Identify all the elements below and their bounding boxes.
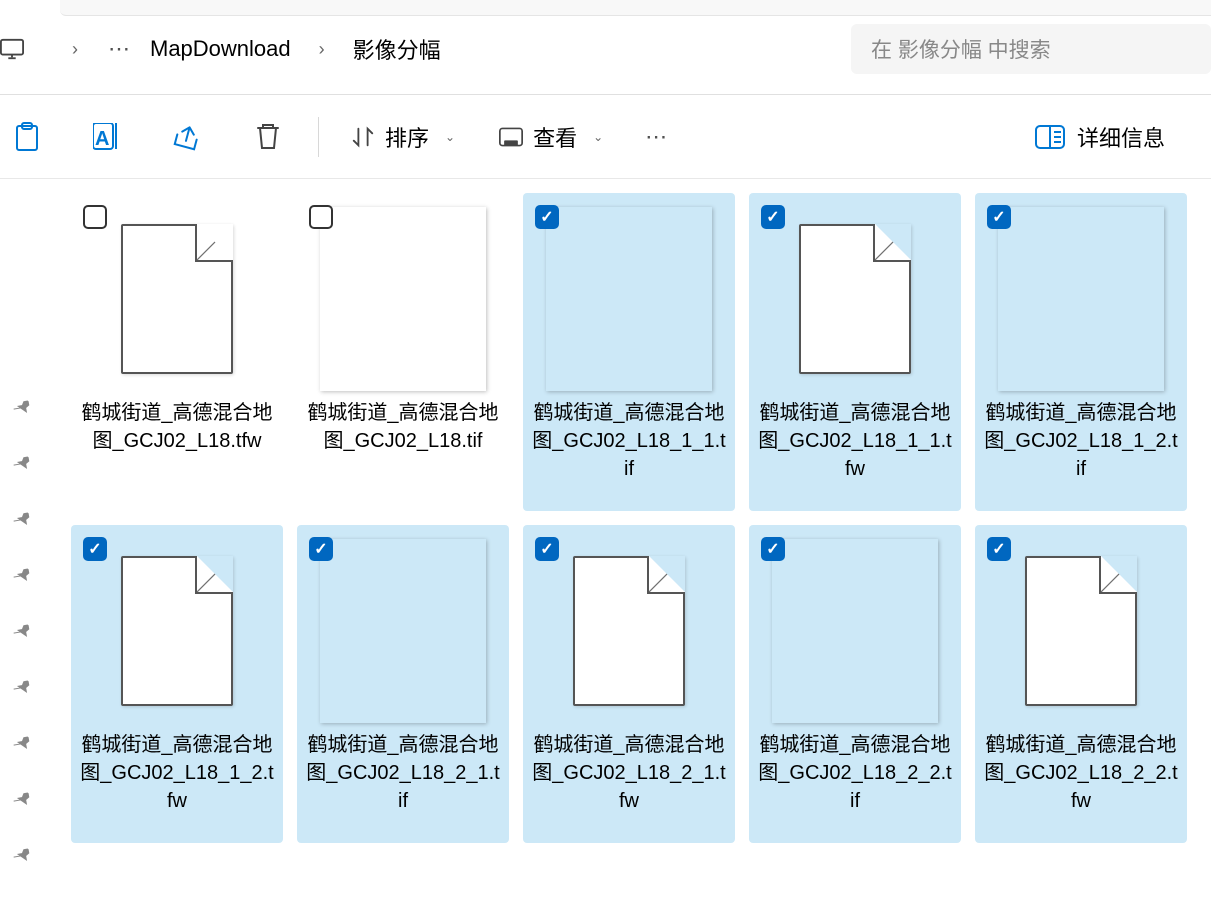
sort-label: 排序 — [385, 121, 429, 153]
satellite-image-icon — [772, 539, 938, 723]
file-name: 鹤城街道_高德混合地图_GCJ02_L18_2_1.tif — [301, 723, 505, 815]
delete-icon[interactable] — [248, 117, 288, 157]
pin-icon[interactable] — [9, 396, 34, 422]
document-icon — [799, 224, 911, 374]
details-button[interactable]: 详细信息 — [1021, 113, 1179, 161]
search-placeholder: 在 影像分幅 中搜索 — [871, 34, 1051, 64]
main-area: 鹤城街道_高德混合地图_GCJ02_L18.tfw 鹤城街道_高德混合地图_GCJ… — [0, 179, 1211, 896]
chevron-right-icon[interactable]: › — [72, 39, 78, 60]
satellite-image-icon — [320, 207, 486, 391]
file-item[interactable]: 鹤城街道_高德混合地图_GCJ02_L18.tif — [297, 193, 509, 511]
file-name: 鹤城街道_高德混合地图_GCJ02_L18_1_2.tfw — [75, 723, 279, 815]
view-button[interactable]: 查看 ⌄ — [487, 113, 615, 161]
breadcrumb-ellipsis-icon[interactable]: ⋯ — [108, 36, 132, 62]
file-name: 鹤城街道_高德混合地图_GCJ02_L18.tif — [301, 391, 505, 455]
breadcrumb: › ⋯ MapDownload › 影像分幅 — [0, 33, 851, 65]
file-item[interactable]: 鹤城街道_高德混合地图_GCJ02_L18_2_1.tif — [297, 525, 509, 843]
pin-icon[interactable] — [9, 564, 34, 590]
file-grid[interactable]: 鹤城街道_高德混合地图_GCJ02_L18.tfw 鹤城街道_高德混合地图_GCJ… — [47, 179, 1211, 896]
file-checkbox[interactable] — [83, 205, 107, 229]
file-thumbnail — [546, 539, 712, 723]
file-name: 鹤城街道_高德混合地图_GCJ02_L18_2_2.tif — [753, 723, 957, 815]
pin-icon[interactable] — [9, 676, 34, 702]
search-input[interactable]: 在 影像分幅 中搜索 — [851, 24, 1211, 74]
file-name: 鹤城街道_高德混合地图_GCJ02_L18_1_1.tif — [527, 391, 731, 483]
view-label: 查看 — [533, 121, 577, 153]
details-label: 详细信息 — [1077, 121, 1165, 153]
pin-icon[interactable] — [9, 732, 34, 758]
file-name: 鹤城街道_高德混合地图_GCJ02_L18_1_1.tfw — [753, 391, 957, 483]
file-item[interactable]: 鹤城街道_高德混合地图_GCJ02_L18_1_2.tif — [975, 193, 1187, 511]
file-item[interactable]: 鹤城街道_高德混合地图_GCJ02_L18_1_2.tfw — [71, 525, 283, 843]
chevron-down-icon: ⌄ — [593, 130, 603, 144]
pin-icon[interactable] — [9, 508, 34, 534]
quick-access-toolbar — [60, 0, 1211, 16]
file-checkbox[interactable] — [987, 537, 1011, 561]
breadcrumb-parent[interactable]: MapDownload — [150, 36, 291, 62]
file-name: 鹤城街道_高德混合地图_GCJ02_L18_1_2.tif — [979, 391, 1183, 483]
file-item[interactable]: 鹤城街道_高德混合地图_GCJ02_L18_2_2.tfw — [975, 525, 1187, 843]
rename-icon[interactable]: A — [88, 117, 128, 157]
file-item[interactable]: 鹤城街道_高德混合地图_GCJ02_L18_1_1.tfw — [749, 193, 961, 511]
pin-icon[interactable] — [9, 844, 34, 870]
chevron-down-icon: ⌄ — [445, 130, 455, 144]
separator — [318, 117, 319, 157]
file-name: 鹤城街道_高德混合地图_GCJ02_L18_2_2.tfw — [979, 723, 1183, 815]
file-checkbox[interactable] — [761, 537, 785, 561]
file-thumbnail — [772, 539, 938, 723]
file-thumbnail — [772, 207, 938, 391]
sort-button[interactable]: 排序 ⌄ — [339, 113, 467, 161]
pin-icon[interactable] — [9, 620, 34, 646]
pin-icon[interactable] — [9, 788, 34, 814]
file-item[interactable]: 鹤城街道_高德混合地图_GCJ02_L18.tfw — [71, 193, 283, 511]
file-thumbnail — [998, 539, 1164, 723]
svg-text:A: A — [95, 128, 109, 150]
satellite-image-icon — [998, 207, 1164, 391]
file-checkbox[interactable] — [535, 537, 559, 561]
file-checkbox[interactable] — [987, 205, 1011, 229]
file-name: 鹤城街道_高德混合地图_GCJ02_L18_2_1.tfw — [527, 723, 731, 815]
satellite-image-icon — [546, 207, 712, 391]
paste-icon[interactable] — [8, 117, 48, 157]
satellite-image-icon — [320, 539, 486, 723]
document-icon — [121, 224, 233, 374]
file-checkbox[interactable] — [761, 205, 785, 229]
document-icon — [1025, 556, 1137, 706]
document-icon — [121, 556, 233, 706]
this-pc-icon[interactable] — [0, 39, 24, 59]
more-icon[interactable]: ⋯ — [645, 124, 670, 150]
document-icon — [573, 556, 685, 706]
chevron-right-icon[interactable]: › — [319, 39, 325, 60]
pin-icon[interactable] — [9, 452, 34, 478]
file-item[interactable]: 鹤城街道_高德混合地图_GCJ02_L18_2_1.tfw — [523, 525, 735, 843]
file-item[interactable]: 鹤城街道_高德混合地图_GCJ02_L18_1_1.tif — [523, 193, 735, 511]
file-item[interactable]: 鹤城街道_高德混合地图_GCJ02_L18_2_2.tif — [749, 525, 961, 843]
file-checkbox[interactable] — [309, 537, 333, 561]
file-thumbnail — [998, 207, 1164, 391]
file-name: 鹤城街道_高德混合地图_GCJ02_L18.tfw — [75, 391, 279, 455]
file-thumbnail — [320, 539, 486, 723]
file-thumbnail — [94, 539, 260, 723]
file-thumbnail — [546, 207, 712, 391]
file-checkbox[interactable] — [535, 205, 559, 229]
breadcrumb-current[interactable]: 影像分幅 — [353, 33, 441, 65]
share-icon[interactable] — [168, 117, 208, 157]
file-thumbnail — [94, 207, 260, 391]
file-checkbox[interactable] — [309, 205, 333, 229]
breadcrumb-bar: › ⋯ MapDownload › 影像分幅 在 影像分幅 中搜索 — [0, 16, 1211, 82]
toolbar: A 排序 ⌄ 查看 ⌄ ⋯ 详细信息 — [0, 95, 1211, 179]
file-checkbox[interactable] — [83, 537, 107, 561]
pin-strip — [0, 179, 47, 896]
file-thumbnail — [320, 207, 486, 391]
